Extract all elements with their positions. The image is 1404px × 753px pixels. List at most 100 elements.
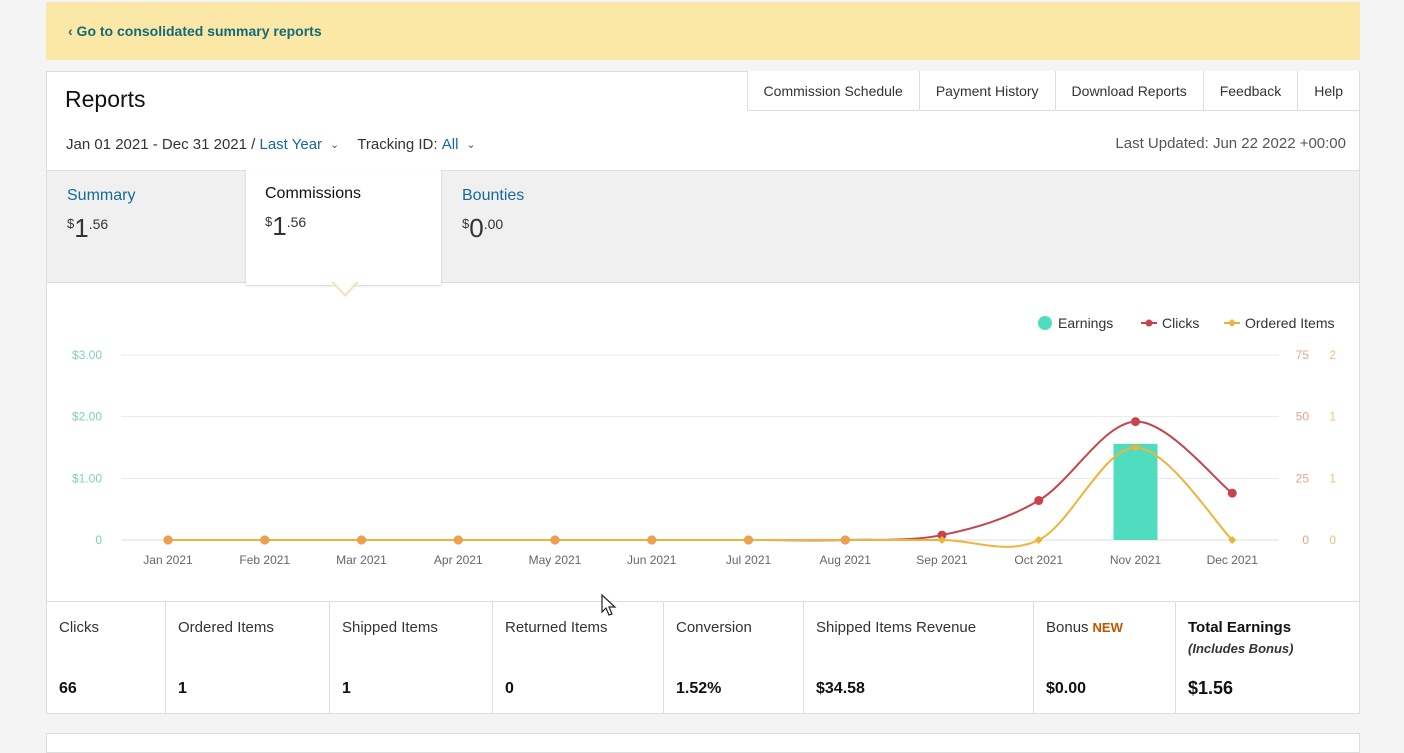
stat-label: Shipped Items: [342, 619, 438, 636]
right-axis-clicks-tick: 50: [1296, 410, 1310, 424]
right-axis-clicks-tick: 75: [1296, 348, 1310, 362]
x-axis-tick: Jul 2021: [726, 553, 772, 567]
tab-bounties[interactable]: Bounties $0.00: [442, 171, 637, 281]
total-earnings-sublabel: (Includes Bonus): [1188, 641, 1294, 656]
tracking-id-select[interactable]: All: [442, 136, 459, 153]
x-axis-tick: Aug 2021: [820, 553, 872, 567]
stat-total-earnings: Total Earnings (Includes Bonus) $1.56: [1176, 602, 1359, 714]
period-select[interactable]: Last Year: [259, 136, 322, 153]
ordered-items-point: [550, 535, 560, 545]
bonus-label: Bonus: [1046, 619, 1089, 636]
tab-summary-label: Summary: [67, 187, 136, 204]
total-earnings-label: Total Earnings: [1188, 619, 1292, 636]
legend-items-label: Ordered Items: [1245, 315, 1334, 331]
x-axis-tick: Mar 2021: [336, 553, 387, 567]
amount-cents: .00: [483, 216, 504, 232]
tab-commissions-value: $1.56: [265, 211, 441, 242]
date-range: Jan 01 2021 - Dec 31 2021 /: [66, 136, 256, 153]
mouse-cursor-icon: [601, 594, 617, 616]
ordered-items-line: [167, 446, 1233, 548]
stat-label: Bonus NEW: [1046, 619, 1123, 636]
page-title: Reports: [65, 86, 146, 112]
last-updated: Last Updated: Jun 22 2022 +00:00: [1115, 135, 1346, 152]
ordered-items-point: [744, 535, 753, 545]
ordered-items-point: [453, 535, 463, 545]
legend-items-marker: [1228, 319, 1236, 327]
tab-bounties-value: $0.00: [462, 213, 637, 244]
x-axis-tick: Dec 2021: [1207, 553, 1259, 567]
ordered-items-point: [1034, 536, 1043, 544]
summary-tabs: Summary $1.56 Commissions $1.56 Bounties…: [47, 169, 1359, 285]
ordered-items-point: [260, 535, 270, 545]
stat-label: Conversion: [676, 619, 752, 636]
reports-card: Reports Commission Schedule Payment Hist…: [46, 71, 1360, 714]
x-axis-tick: Jan 2021: [143, 553, 193, 567]
filter-bar: Jan 01 2021 - Dec 31 2021 / Last Year ⌄ …: [66, 136, 494, 153]
amount-whole: 1: [74, 213, 89, 243]
legend-clicks-marker: [1145, 319, 1153, 327]
stat-shipped-revenue: Shipped Items Revenue $34.58: [804, 602, 1034, 714]
chevron-down-icon[interactable]: ⌄: [466, 138, 475, 151]
stat-returned-items: Returned Items 0: [493, 602, 664, 714]
ordered-items-point: [163, 535, 173, 545]
legend-earnings-label: Earnings: [1058, 315, 1113, 331]
stat-label: Returned Items: [505, 619, 608, 636]
right-axis-items-tick: 2: [1329, 348, 1336, 362]
stat-value: 1: [342, 680, 351, 697]
chevron-down-icon[interactable]: ⌄: [330, 138, 339, 151]
ordered-items-point: [647, 535, 657, 545]
next-card: [46, 733, 1360, 753]
summary-banner: ‹ Go to consolidated summary reports: [46, 2, 1360, 60]
stat-clicks: Clicks 66: [47, 602, 166, 714]
legend-earnings-swatch: [1038, 316, 1052, 330]
left-axis-tick: 0: [95, 533, 102, 547]
stat-label: Ordered Items: [178, 619, 274, 636]
consolidated-reports-link[interactable]: ‹ Go to consolidated summary reports: [68, 23, 322, 39]
right-axis-clicks-tick: 0: [1302, 533, 1309, 547]
stat-value: $0.00: [1046, 680, 1087, 697]
tab-summary[interactable]: Summary $1.56: [47, 171, 242, 281]
clicks-line: [167, 420, 1233, 542]
x-axis-tick: Sep 2021: [916, 553, 968, 567]
tracking-label: Tracking ID:: [357, 136, 438, 153]
right-axis-clicks-tick: 25: [1296, 471, 1310, 485]
tab-commissions[interactable]: Commissions $1.56: [246, 169, 441, 285]
commission-schedule-link[interactable]: Commission Schedule: [746, 71, 919, 110]
stat-value: 1: [178, 680, 187, 697]
stat-bonus: Bonus NEW $0.00: [1034, 602, 1176, 714]
download-reports-link[interactable]: Download Reports: [1054, 71, 1203, 110]
left-axis-tick: $3.00: [72, 348, 102, 362]
help-link[interactable]: Help: [1297, 71, 1360, 110]
amount-cents: .56: [286, 214, 307, 230]
stat-value: $1.56: [1188, 678, 1234, 698]
amount-whole: 0: [469, 213, 484, 243]
clicks-point: [1227, 488, 1237, 498]
clicks-point: [1034, 496, 1044, 506]
stat-conversion: Conversion 1.52%: [664, 602, 804, 714]
stats-row: Clicks 66 Ordered Items 1 Shipped Items …: [47, 601, 1359, 714]
stat-label: Total Earnings (Includes Bonus): [1188, 619, 1293, 656]
x-axis-tick: Jun 2021: [627, 553, 677, 567]
feedback-link[interactable]: Feedback: [1202, 71, 1298, 110]
tab-summary-value: $1.56: [67, 213, 242, 244]
clicks-point: [1131, 417, 1140, 427]
legend-clicks-label: Clicks: [1162, 315, 1199, 331]
payment-history-link[interactable]: Payment History: [918, 71, 1055, 110]
x-axis-tick: Nov 2021: [1110, 553, 1162, 567]
currency-symbol: $: [265, 214, 273, 229]
stat-value: 0: [505, 680, 514, 697]
report-links: Commission Schedule Payment History Down…: [746, 71, 1360, 111]
stat-value: 1.52%: [676, 680, 722, 697]
stat-value: 66: [59, 680, 77, 697]
new-badge: NEW: [1092, 620, 1123, 635]
right-axis-items-tick: 1: [1329, 471, 1336, 485]
stat-label: Clicks: [59, 619, 99, 636]
earnings-bar: [1113, 443, 1158, 540]
right-axis-items-tick: 0: [1329, 533, 1336, 547]
stat-shipped-items: Shipped Items 1: [330, 602, 493, 714]
ordered-items-point: [357, 535, 366, 545]
left-axis-tick: $2.00: [72, 410, 102, 424]
tab-commissions-label: Commissions: [265, 185, 362, 202]
earnings-chart-container: $3.00 75 2 $2.00 50 1 $1.00 25 1 0 0 0 Jan 2021 Feb 2…: [47, 282, 1359, 602]
stat-value: $34.58: [816, 680, 865, 697]
